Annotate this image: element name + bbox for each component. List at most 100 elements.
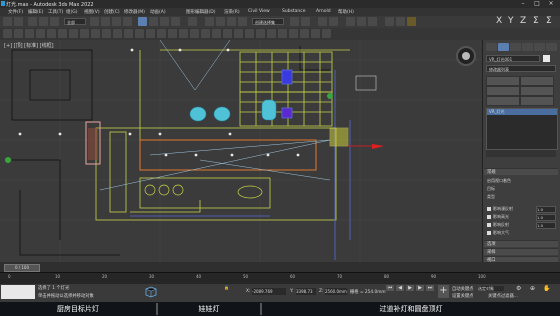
- move-icon[interactable]: [138, 17, 147, 26]
- checkbox-icon[interactable]: [487, 223, 491, 227]
- camera-icon[interactable]: [102, 29, 111, 38]
- select-icon[interactable]: [90, 17, 99, 26]
- axis-z-icon[interactable]: Z: [520, 16, 526, 26]
- hierarchy-tab-icon[interactable]: [510, 43, 521, 51]
- maximize-icon[interactable]: □: [530, 0, 544, 8]
- modifier-stack[interactable]: VR_灯光: [486, 108, 558, 150]
- populate-icon[interactable]: [47, 29, 56, 38]
- object-paint-icon[interactable]: [256, 29, 265, 38]
- spinner-field[interactable]: 1.0: [536, 222, 556, 229]
- object-name-field[interactable]: VR_灯光001: [486, 55, 540, 62]
- zoom-icon[interactable]: ⊕: [530, 285, 535, 292]
- freeform-icon[interactable]: [124, 29, 133, 38]
- render-icon[interactable]: [407, 17, 416, 26]
- menu-item[interactable]: Arnold: [316, 9, 331, 14]
- x-coord-field[interactable]: -2089.769: [252, 288, 286, 295]
- display-icon[interactable]: [80, 29, 89, 38]
- selection-icon[interactable]: [245, 29, 254, 38]
- axis-x-icon[interactable]: X: [496, 16, 502, 26]
- layer-icon[interactable]: [69, 29, 78, 38]
- checkbox-icon[interactable]: [487, 231, 491, 235]
- modify-tab-icon[interactable]: [498, 43, 509, 51]
- camera-icon[interactable]: [212, 29, 221, 38]
- viewport-label[interactable]: [+] [顶] [标准] [线框]: [4, 42, 54, 49]
- menu-item[interactable]: Civil View: [248, 9, 270, 14]
- rollout-general[interactable]: 常规: [484, 168, 558, 175]
- curve-editor-icon[interactable]: [346, 17, 355, 26]
- axis-xy-icon[interactable]: Σ: [533, 16, 539, 26]
- place-icon[interactable]: [171, 17, 180, 26]
- selection-set-dropdown[interactable]: 创建选择集: [252, 18, 284, 25]
- window-crossing-icon[interactable]: [123, 17, 132, 26]
- spinner-field[interactable]: 1.0: [536, 206, 556, 213]
- viewport-top[interactable]: [+] [顶] [标准] [线框]: [0, 40, 482, 262]
- setkey-button[interactable]: 设置关键点: [452, 293, 473, 299]
- axis-constraint-icon[interactable]: Σ: [546, 16, 552, 26]
- on-checkbox[interactable]: 启用视口着色: [487, 178, 511, 184]
- time-slider-thumb[interactable]: 0 / 100: [4, 264, 40, 272]
- mirror-icon[interactable]: [290, 17, 299, 26]
- layer-explorer-icon[interactable]: [318, 17, 327, 26]
- scale-icon[interactable]: [160, 17, 169, 26]
- affect-checkbox[interactable]: 影响反射: [487, 222, 509, 228]
- minimize-icon[interactable]: –: [516, 0, 530, 8]
- create-tab-icon[interactable]: [486, 43, 497, 51]
- layer-icon[interactable]: [179, 29, 188, 38]
- scene-explorer-icon[interactable]: [168, 29, 177, 38]
- checkbox-icon[interactable]: [487, 215, 491, 219]
- select-by-name-icon[interactable]: [101, 17, 110, 26]
- snap-icon[interactable]: [205, 17, 214, 26]
- go-end-icon[interactable]: ⏭: [426, 285, 434, 291]
- menu-item[interactable]: 修改器(M): [124, 9, 145, 15]
- schematic-view-icon[interactable]: [357, 17, 366, 26]
- material-editor-icon[interactable]: [368, 17, 377, 26]
- affect-checkbox[interactable]: 影响大气: [487, 230, 509, 236]
- scene-explorer-icon[interactable]: [278, 29, 287, 38]
- utilities-tab-icon[interactable]: [546, 43, 557, 51]
- autokey-button[interactable]: 自动关键点: [452, 286, 473, 292]
- menu-item[interactable]: 编辑(E): [28, 9, 43, 15]
- render-frame-icon[interactable]: [396, 17, 405, 26]
- lighting-icon[interactable]: [311, 29, 320, 38]
- align-icon[interactable]: [301, 17, 310, 26]
- go-start-icon[interactable]: ⏮: [386, 285, 394, 291]
- motion-tab-icon[interactable]: [522, 43, 533, 51]
- viewcube-icon[interactable]: [456, 46, 476, 66]
- display-tab-icon[interactable]: [534, 43, 545, 51]
- menu-item[interactable]: 动画(A): [150, 9, 166, 15]
- next-frame-icon[interactable]: ▶: [416, 285, 424, 291]
- object-color-swatch[interactable]: [543, 55, 550, 62]
- menu-item[interactable]: Substance: [282, 9, 306, 14]
- time-config-icon[interactable]: ⚙: [516, 285, 521, 292]
- lighting-icon[interactable]: [91, 29, 100, 38]
- undo-icon[interactable]: [3, 17, 12, 26]
- close-icon[interactable]: ×: [544, 0, 558, 8]
- object-paint-icon[interactable]: [146, 29, 155, 38]
- selected-dropdown[interactable]: 选定对象: [478, 286, 504, 291]
- stack-item[interactable]: VR_灯光: [487, 109, 557, 115]
- menu-item[interactable]: 视图(V): [84, 9, 100, 15]
- menu-item[interactable]: 创建(C): [104, 9, 120, 15]
- rotate-icon[interactable]: [149, 17, 158, 26]
- selection-icon[interactable]: [25, 29, 34, 38]
- affect-checkbox[interactable]: 影响高光: [487, 214, 509, 220]
- maxscript-listener[interactable]: [1, 285, 35, 299]
- pivot-icon[interactable]: [188, 17, 197, 26]
- menu-item[interactable]: 工具(T): [48, 9, 63, 15]
- spinner-field[interactable]: 1.0: [536, 214, 556, 221]
- time-slider[interactable]: 0 / 100: [0, 262, 560, 272]
- render-setup-icon[interactable]: [385, 17, 394, 26]
- rollout[interactable]: 选项: [484, 240, 558, 247]
- menu-item[interactable]: 文件(F): [8, 9, 23, 15]
- isolate-icon[interactable]: [144, 286, 158, 298]
- menu-item[interactable]: 图形编辑器(D): [186, 9, 215, 15]
- display-icon[interactable]: [300, 29, 309, 38]
- modeling-icon[interactable]: [3, 29, 12, 38]
- layer-filter-dropdown[interactable]: 全部: [64, 18, 86, 25]
- display-icon[interactable]: [190, 29, 199, 38]
- menu-item[interactable]: 组(G): [66, 9, 78, 15]
- layer-icon[interactable]: [289, 29, 298, 38]
- key-filters-button[interactable]: 关键点过滤器...: [488, 293, 518, 299]
- scene-explorer-icon[interactable]: [58, 29, 67, 38]
- affect-checkbox[interactable]: 影响漫反射: [487, 206, 513, 212]
